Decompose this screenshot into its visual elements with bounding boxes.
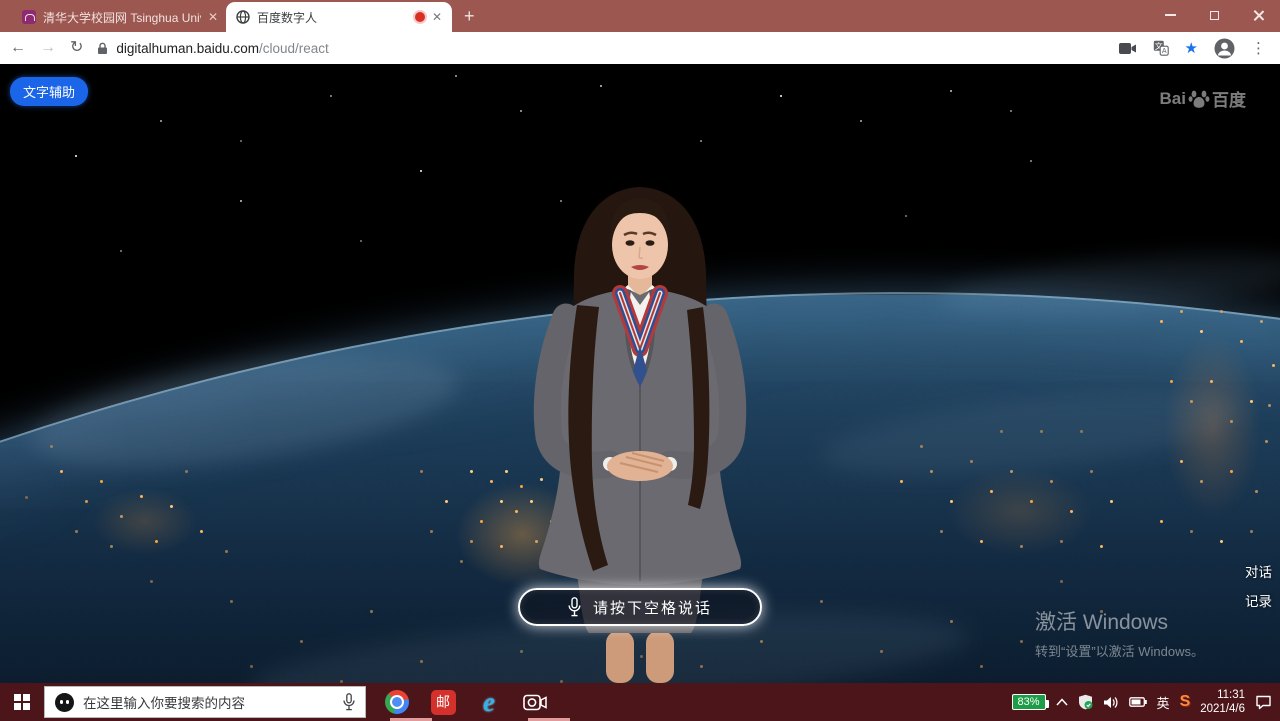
windows-taskbar: 在这里输入你要搜索的内容 邮 e 83% [0,683,1280,721]
activate-windows-watermark: 激活 Windows 转到“设置”以激活 Windows。 [1035,606,1204,660]
taskbar-mail-icon[interactable]: 邮 [420,683,466,721]
tab-title: 百度数字人 [257,9,408,26]
watermark-title: 激活 Windows [1035,606,1204,636]
defender-shield-icon[interactable] [1078,694,1093,710]
text-assist-button[interactable]: 文字辅助 [10,77,88,106]
search-mic-icon[interactable] [343,693,355,711]
action-center-icon[interactable] [1255,695,1272,710]
close-button[interactable] [1236,0,1280,30]
tab-digital-human[interactable]: 百度数字人 ✕ [226,2,452,32]
recording-indicator-icon [415,12,425,22]
push-to-talk-label: 请按下空格说话 [593,597,712,618]
bookmark-star-icon[interactable]: ★ [1185,39,1198,57]
tab-tsinghua[interactable]: 清华大学校园网 Tsinghua Univ ✕ [14,2,226,32]
baidu-logo: Bai 百度 [1160,86,1246,111]
tray-chevron-up-icon[interactable] [1056,698,1068,706]
close-icon [1253,10,1264,21]
minimize-button[interactable] [1148,0,1192,30]
tab-title: 清华大学校园网 Tsinghua Univ [43,9,201,26]
toolbar-actions: 文 A ★ ⋮ [1119,38,1270,59]
sogou-input-icon[interactable]: S [1180,693,1191,711]
globe-favicon [236,10,250,24]
taskbar-ie-icon[interactable]: e [466,683,512,721]
start-button[interactable] [0,683,44,721]
push-to-talk-button[interactable]: 请按下空格说话 [518,588,762,626]
taskbar-clock[interactable]: 11:31 2021/4/6 [1200,688,1245,716]
url-domain: digitalhuman.baidu.com [116,41,259,56]
profile-avatar-icon[interactable] [1214,38,1235,59]
watermark-subtitle: 转到“设置”以激活 Windows。 [1035,641,1204,660]
browser-toolbar: ← → ↻ digitalhuman.baidu.com/cloud/react… [0,32,1280,64]
baidu-logo-du: 百度 [1212,86,1246,111]
ime-indicator[interactable]: 英 [1157,693,1170,712]
side-links: 对话 记录 [1245,561,1272,610]
windows-logo-icon [14,694,30,710]
baidu-logo-bai: Bai [1160,89,1186,109]
system-tray: 83% 英 S 11:31 2021/4/6 [1012,688,1280,716]
new-tab-button[interactable]: + [464,7,475,25]
city-lights-south [0,64,3,67]
maximize-button[interactable] [1192,0,1236,30]
taskbar-search-box[interactable]: 在这里输入你要搜索的内容 [44,686,366,718]
minimize-icon [1165,14,1176,16]
desktop-screen: 清华大学校园网 Tsinghua Univ ✕ 百度数字人 ✕ + ← → ↻ [0,0,1280,721]
digital-human-page: 文字辅助 Bai 百度 请按下空格说话 对话 记录 [0,64,1280,683]
tab-close-icon[interactable]: ✕ [208,10,218,24]
url-path: /cloud/react [259,41,329,56]
city-glow [915,449,1125,574]
search-placeholder: 在这里输入你要搜索的内容 [83,692,334,712]
tray-battery-icon[interactable] [1129,697,1147,707]
lock-icon [97,42,108,55]
microphone-icon [568,597,581,617]
taskbar-chrome-icon[interactable] [374,683,420,721]
clock-time: 11:31 [1200,688,1245,702]
translate-icon[interactable]: 文 A [1153,40,1169,56]
address-bar[interactable]: digitalhuman.baidu.com/cloud/react [97,41,1104,56]
taskbar-app-icons: 邮 e [374,683,558,721]
baidu-paw-icon [1188,89,1210,109]
maximize-icon [1210,11,1219,20]
back-icon[interactable]: ← [10,40,26,56]
forward-icon[interactable]: → [40,40,56,56]
volume-icon[interactable] [1103,696,1119,709]
window-controls [1148,0,1280,30]
cortana-icon [55,693,74,712]
city-glow [1145,299,1280,554]
camera-in-use-icon[interactable] [1119,42,1137,55]
clock-date: 2021/4/6 [1200,702,1245,716]
reload-icon[interactable]: ↻ [70,40,83,56]
svg-text:A: A [1161,48,1166,55]
dialog-link[interactable]: 对话 [1245,561,1272,581]
record-link[interactable]: 记录 [1245,590,1272,610]
tsinghua-favicon [22,10,36,24]
tab-close-icon[interactable]: ✕ [432,10,442,24]
browser-titlebar: 清华大学校园网 Tsinghua Univ ✕ 百度数字人 ✕ + [0,0,1280,32]
taskbar-camera-app-icon[interactable] [512,683,558,721]
battery-percent-widget[interactable]: 83% [1012,694,1046,710]
city-glow [70,474,220,569]
browser-menu-icon[interactable]: ⋮ [1251,39,1266,57]
